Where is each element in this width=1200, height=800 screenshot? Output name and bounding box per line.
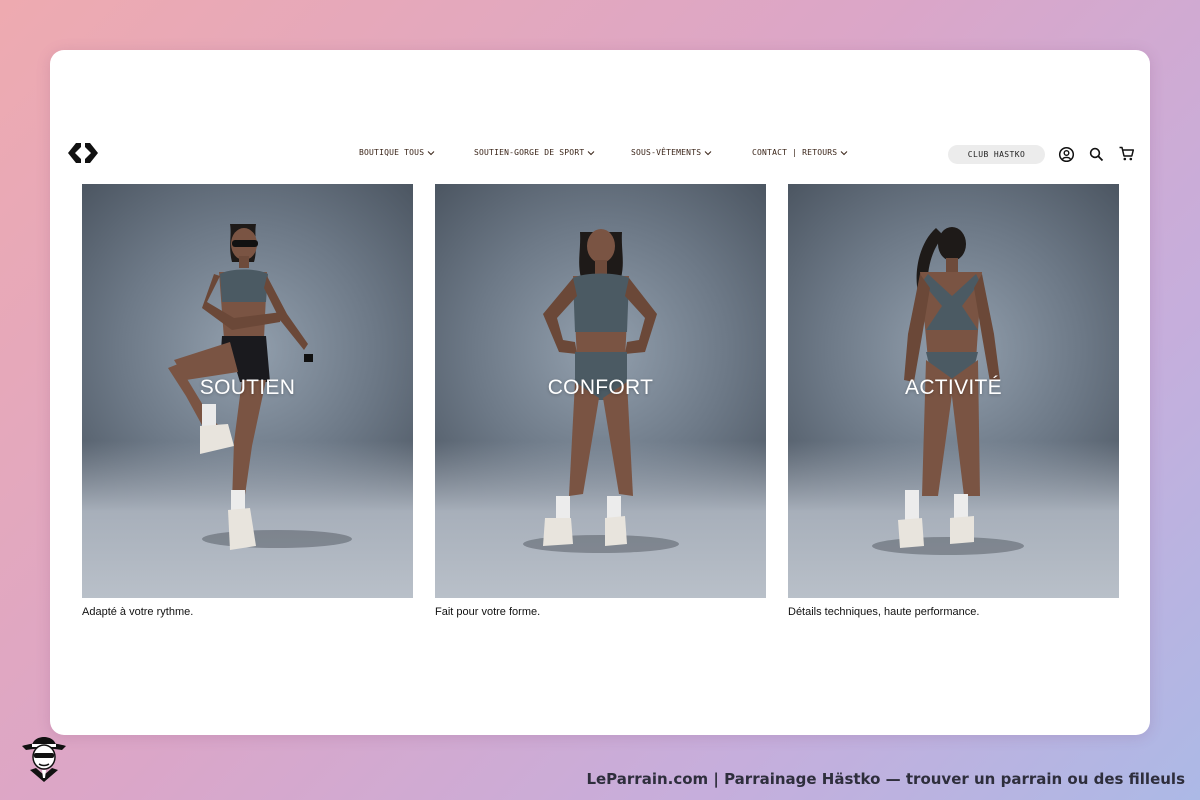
tile-title: ACTIVITÉ <box>905 376 1002 399</box>
tile-caption: Adapté à votre rythme. <box>82 606 194 618</box>
tile-title: CONFORT <box>547 376 654 399</box>
nav-sous-vetements[interactable]: SOUS-VÊTEMENTS <box>631 148 712 157</box>
chevron-down-icon <box>704 150 712 155</box>
club-hastko-button[interactable]: CLUB HASTKO <box>948 145 1045 164</box>
collection-tile-soutien[interactable]: SOUTIEN Adapté à votre rythme. <box>82 184 413 618</box>
chevron-down-icon <box>588 150 595 155</box>
tile-caption: Détails techniques, haute performance. <box>788 606 980 618</box>
chevron-down-icon <box>427 150 435 155</box>
search-icon[interactable] <box>1088 146 1105 163</box>
tile-photo[interactable]: CONFORT <box>435 184 766 598</box>
collection-tile-activite[interactable]: ACTIVITÉ Détails techniques, haute perfo… <box>788 184 1119 618</box>
page-card: BOUTIQUE TOUS SOUTIEN-GORGE DE SPORT SOU… <box>50 50 1150 735</box>
tile-title: SOUTIEN <box>199 376 296 399</box>
chevron-down-icon <box>840 150 848 155</box>
nav-label: CONTACT | RETOURS <box>752 148 838 157</box>
nav-label: BOUTIQUE TOUS <box>359 148 425 157</box>
nav-label: SOUS-VÊTEMENTS <box>631 148 702 157</box>
tile-caption: Fait pour votre forme. <box>435 606 541 618</box>
tile-photo[interactable]: ACTIVITÉ <box>788 184 1119 598</box>
nav-boutique-tous[interactable]: BOUTIQUE TOUS <box>359 148 435 157</box>
tile-photo[interactable]: SOUTIEN <box>82 184 413 598</box>
nav-label: SOUTIEN-GORGE DE SPORT <box>474 148 585 157</box>
parrain-mascot-icon <box>22 737 66 782</box>
account-icon[interactable] <box>1058 146 1075 163</box>
nav-soutien-gorge[interactable]: SOUTIEN-GORGE DE SPORT <box>474 148 595 157</box>
footer-caption: LeParrain.com | Parrainage Hästko — trou… <box>586 770 1185 788</box>
nav-contact-retours[interactable]: CONTACT | RETOURS <box>752 148 848 157</box>
collection-tile-confort[interactable]: CONFORT Fait pour votre forme. <box>435 184 766 618</box>
cart-icon[interactable] <box>1118 145 1135 162</box>
